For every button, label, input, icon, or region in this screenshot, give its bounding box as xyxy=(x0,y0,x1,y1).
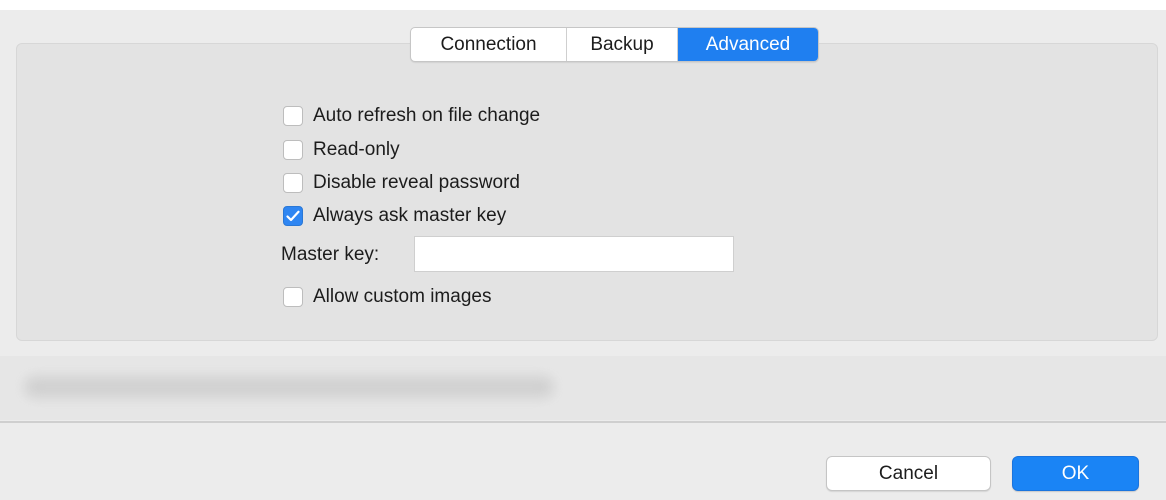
option-allow-custom-images[interactable]: Allow custom images xyxy=(283,284,491,310)
option-disable-reveal-password[interactable]: Disable reveal password xyxy=(283,170,520,196)
master-key-input[interactable] xyxy=(414,236,734,272)
window-top-edge xyxy=(0,0,1166,10)
option-disable-reveal-password-label: Disable reveal password xyxy=(313,172,520,193)
option-auto-refresh[interactable]: Auto refresh on file change xyxy=(283,103,540,129)
segmented-tab-control: Connection Backup Advanced xyxy=(410,27,819,62)
footer-divider xyxy=(0,421,1166,423)
tab-backup[interactable]: Backup xyxy=(567,28,678,61)
checkbox-always-ask-master-key[interactable] xyxy=(283,206,303,226)
checkbox-read-only[interactable] xyxy=(283,140,303,160)
cancel-button[interactable]: Cancel xyxy=(826,456,991,491)
master-key-label: Master key: xyxy=(281,244,380,265)
checkmark-icon xyxy=(286,210,300,222)
blurred-info-row xyxy=(0,356,1166,420)
option-read-only[interactable]: Read-only xyxy=(283,137,400,163)
option-read-only-label: Read-only xyxy=(313,139,400,160)
checkbox-auto-refresh[interactable] xyxy=(283,106,303,126)
tab-connection[interactable]: Connection xyxy=(411,28,567,61)
checkbox-disable-reveal-password[interactable] xyxy=(283,173,303,193)
option-allow-custom-images-label: Allow custom images xyxy=(313,286,492,307)
ok-button[interactable]: OK xyxy=(1012,456,1139,491)
blurred-redacted-text xyxy=(24,376,554,398)
option-always-ask-master-key-label: Always ask master key xyxy=(313,205,507,226)
tab-advanced[interactable]: Advanced xyxy=(678,28,818,61)
option-always-ask-master-key[interactable]: Always ask master key xyxy=(283,203,506,229)
option-auto-refresh-label: Auto refresh on file change xyxy=(313,105,541,126)
checkbox-allow-custom-images[interactable] xyxy=(283,287,303,307)
advanced-settings-panel xyxy=(16,43,1158,341)
